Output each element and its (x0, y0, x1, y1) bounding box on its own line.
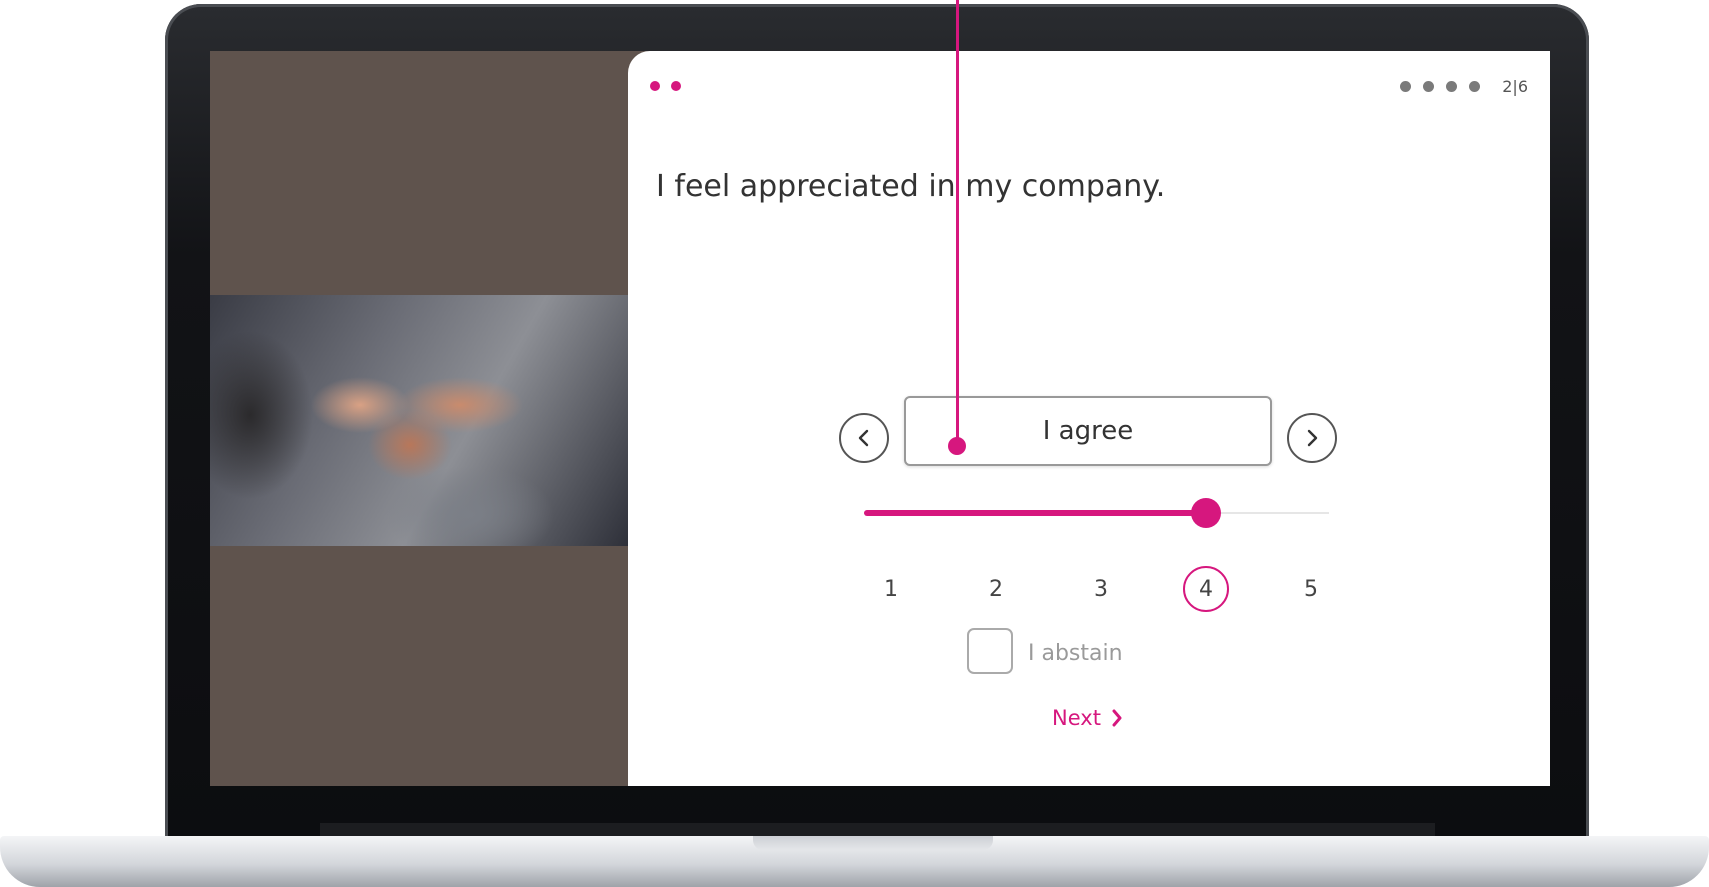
slider-fill (864, 510, 1206, 516)
laptop-hinge (320, 823, 1435, 836)
next-button[interactable]: Next (1052, 706, 1123, 730)
chevron-right-icon (1307, 429, 1318, 447)
brand-logo (650, 81, 681, 91)
scale-option-1[interactable]: 1 (868, 566, 914, 612)
scale-option-3[interactable]: 3 (1078, 566, 1124, 612)
previous-answer-button[interactable] (839, 413, 889, 463)
progress-dot (1400, 81, 1412, 92)
abstain-checkbox[interactable] (967, 628, 1013, 674)
answer-bubble: I agree (904, 396, 1272, 466)
callout-dot (948, 437, 966, 455)
scale-option-5[interactable]: 5 (1288, 566, 1334, 612)
laptop-notch (753, 836, 993, 850)
teamwork-hands-photo (210, 295, 628, 546)
chevron-left-icon (858, 429, 869, 447)
progress-text: 2|6 (1502, 77, 1528, 96)
progress-dot (1469, 81, 1481, 92)
laptop-screen: 2|6 I feel appreciated in my company. I … (210, 51, 1550, 786)
slider-thumb[interactable] (1191, 498, 1221, 528)
question-text: I feel appreciated in my company. (656, 169, 1166, 204)
callout-line (956, 0, 959, 446)
next-label: Next (1052, 706, 1101, 730)
next-answer-button[interactable] (1287, 413, 1337, 463)
scale-option-2[interactable]: 2 (973, 566, 1019, 612)
progress-indicator: 2|6 (1400, 77, 1528, 96)
chevron-right-icon (1112, 709, 1122, 727)
abstain-label: I abstain (1028, 641, 1123, 666)
survey-card: 2|6 I feel appreciated in my company. I … (628, 51, 1550, 786)
scale-option-4[interactable]: 4 (1183, 566, 1229, 612)
progress-dot (1446, 81, 1458, 92)
progress-dot (1423, 81, 1435, 92)
